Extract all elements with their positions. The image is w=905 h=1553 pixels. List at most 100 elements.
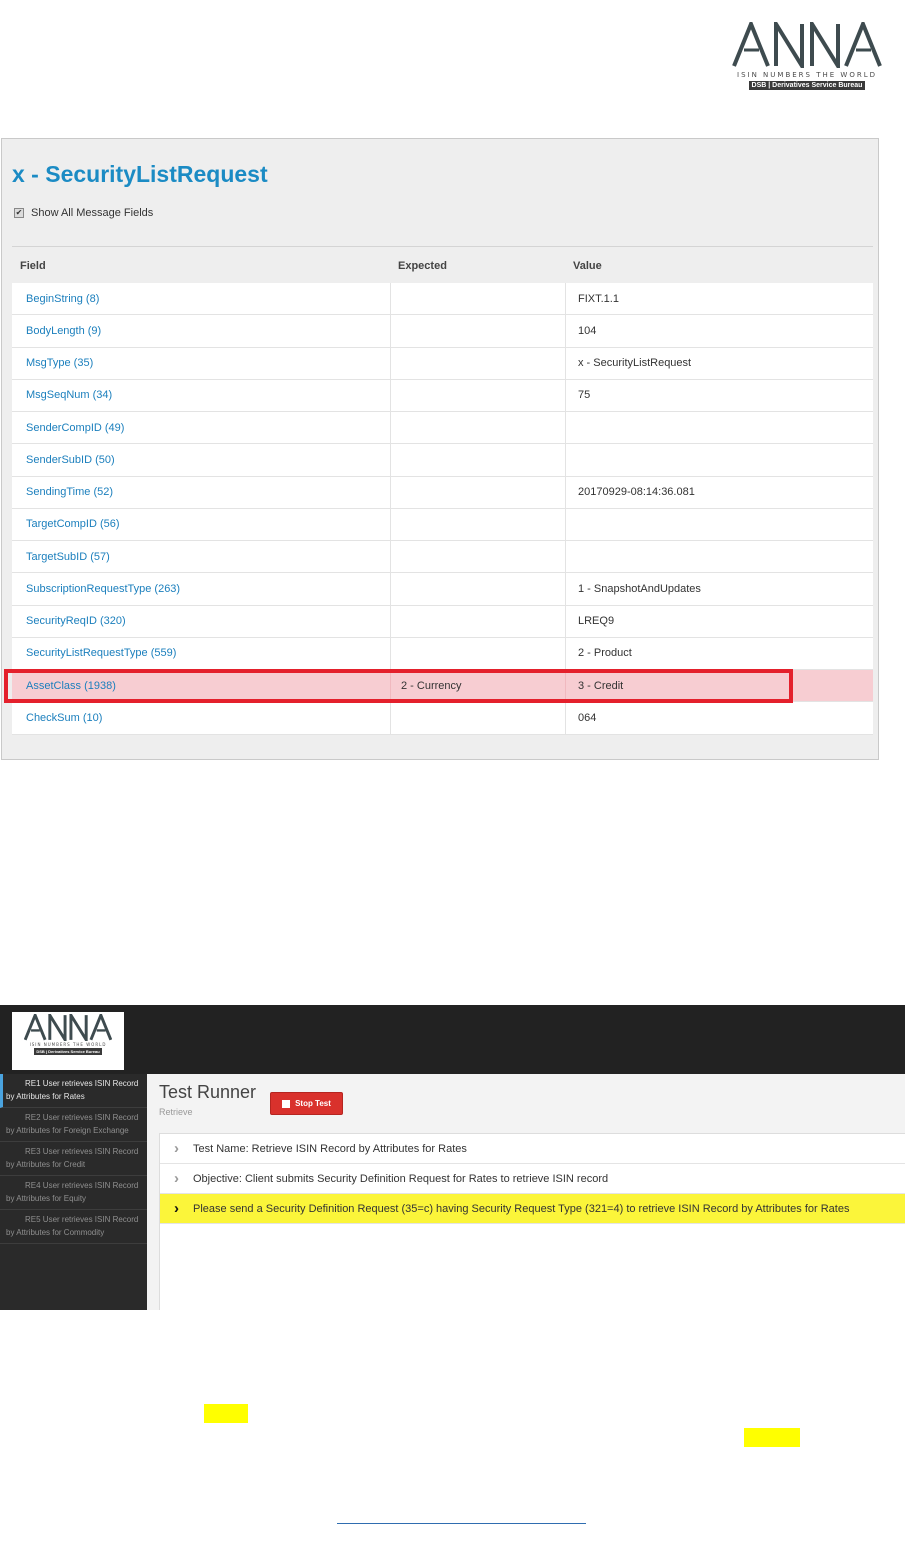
sidebar-item-re4[interactable]: RE4 User retrieves ISIN Record by Attrib… <box>0 1176 147 1210</box>
value-cell: 3 - Credit <box>578 679 624 692</box>
table-row: SecurityReqID (320) LREQ9 <box>12 605 873 638</box>
test-step-current[interactable]: › Please send a Security Definition Requ… <box>160 1194 905 1224</box>
expected-cell <box>391 347 566 379</box>
test-step-text: Objective: Client submits Security Defin… <box>193 1172 609 1185</box>
highlight-mark <box>204 1404 248 1423</box>
stop-test-label: Stop Test <box>295 1099 331 1108</box>
value-cell <box>566 541 873 572</box>
sidebar-item-re3[interactable]: RE3 User retrieves ISIN Record by Attrib… <box>0 1142 147 1176</box>
chevron-right-icon: › <box>174 1200 179 1217</box>
top-navbar <box>0 1005 905 1074</box>
column-header-value: Value <box>573 260 602 272</box>
expected-cell <box>391 573 566 605</box>
value-cell: x - SecurityListRequest <box>578 357 692 370</box>
message-panel: x - SecurityListRequest ✔ Show All Messa… <box>1 138 879 760</box>
field-link[interactable]: BodyLength (9) <box>12 315 391 347</box>
test-step-text: Please send a Security Definition Reques… <box>193 1202 850 1215</box>
expected-cell <box>391 444 566 476</box>
expected-cell <box>391 541 566 573</box>
value-cell: 75 <box>578 389 591 402</box>
expected-cell: 2 - Currency <box>391 670 566 702</box>
table-row: MsgSeqNum (34) 75 <box>12 379 873 412</box>
table-row: SecurityListRequestType (559) 2 - Product <box>12 637 873 670</box>
value-cell: FIXT.1.1 <box>578 292 619 305</box>
anna-logo: ISIN NUMBERS THE WORLD DSB | Derivatives… <box>712 10 902 106</box>
field-link[interactable]: SubscriptionRequestType (263) <box>12 573 391 605</box>
table-row: MsgType (35) x - SecurityListRequest <box>12 347 873 380</box>
field-link[interactable]: MsgType (35) <box>12 347 391 379</box>
test-steps-list: › Test Name: Retrieve ISIN Record by Att… <box>159 1133 905 1310</box>
column-header-field: Field <box>20 260 46 272</box>
value-cell: 2 - Product <box>578 647 632 660</box>
checkbox-icon[interactable]: ✔ <box>14 208 24 218</box>
chevron-right-icon: › <box>174 1170 179 1187</box>
table-row: BodyLength (9) 104 <box>12 315 873 348</box>
table-header: Field Expected Value <box>12 255 873 283</box>
expected-cell <box>391 379 566 411</box>
test-runner-main: Test Runner Retrieve Stop Test › Test Na… <box>147 1074 905 1310</box>
show-all-fields-toggle[interactable]: ✔ Show All Message Fields <box>14 207 153 219</box>
field-link[interactable]: SecurityReqID (320) <box>12 605 391 637</box>
field-link[interactable]: TargetCompID (56) <box>12 508 391 540</box>
value-cell: 1 - SnapshotAndUpdates <box>578 582 701 595</box>
table-row: TargetCompID (56) <box>12 508 873 541</box>
column-header-expected: Expected <box>398 260 447 272</box>
table-row: SenderSubID (50) <box>12 444 873 477</box>
field-link[interactable]: CheckSum (10) <box>12 702 391 734</box>
test-case-sidebar: RE1 User retrieves ISIN Record by Attrib… <box>0 1074 147 1310</box>
logo-dsb-label: DSB | Derivatives Service Bureau <box>34 1048 102 1055</box>
table-row: BeginString (8) FIXT.1.1 <box>12 283 873 316</box>
sidebar-item-re1[interactable]: RE1 User retrieves ISIN Record by Attrib… <box>0 1074 147 1108</box>
logo-tagline: ISIN NUMBERS THE WORLD <box>737 71 877 79</box>
fields-table: BeginString (8) FIXT.1.1 BodyLength (9) 10… <box>12 283 873 735</box>
logo-dsb-label: DSB | Derivatives Service Bureau <box>748 81 866 90</box>
value-cell: LREQ9 <box>578 615 615 628</box>
field-link[interactable]: SenderSubID (50) <box>12 444 391 476</box>
stop-test-button[interactable]: Stop Test <box>270 1092 343 1115</box>
field-link[interactable]: AssetClass (1938) <box>12 670 391 702</box>
stop-icon <box>282 1099 291 1108</box>
expected-cell <box>391 283 566 315</box>
table-row: SubscriptionRequestType (263) 1 - Snapsho… <box>12 573 873 606</box>
anna-wordmark-icon <box>24 1014 112 1041</box>
test-step-text: Test Name: Retrieve ISIN Record by Attri… <box>193 1142 467 1155</box>
show-all-label: Show All Message Fields <box>31 207 154 219</box>
divider <box>12 246 873 247</box>
page-title: Test Runner <box>159 1082 257 1102</box>
table-row: SenderCompID (49) <box>12 412 873 445</box>
underline-rule <box>337 1523 586 1524</box>
anna-wordmark-icon <box>732 22 882 68</box>
page-subtitle: Retrieve <box>159 1107 193 1117</box>
test-step[interactable]: › Test Name: Retrieve ISIN Record by Att… <box>160 1134 905 1164</box>
sidebar-item-re2[interactable]: RE2 User retrieves ISIN Record by Attrib… <box>0 1108 147 1142</box>
test-runner-screenshot: RE1 User retrieves ISIN Record by Attrib… <box>0 1005 905 1310</box>
table-row: TargetSubID (57) <box>12 541 873 574</box>
test-step[interactable]: › Objective: Client submits Security Def… <box>160 1164 905 1194</box>
chevron-right-icon: › <box>174 1140 179 1157</box>
field-link[interactable]: SecurityListRequestType (559) <box>12 637 391 669</box>
table-row: SendingTime (52) 20170929-08:14:36.081 <box>12 476 873 509</box>
value-cell: 20170929-08:14:36.081 <box>578 486 695 499</box>
value-cell <box>566 509 873 540</box>
anna-logo-small: ISIN NUMBERS THE WORLD DSB | Derivatives… <box>12 1012 124 1070</box>
table-row-mismatch: AssetClass (1938) 2 - Currency 3 - Credit <box>12 670 873 703</box>
expected-cell <box>391 412 566 444</box>
expected-cell <box>391 476 566 508</box>
highlight-mark <box>744 1428 800 1447</box>
table-row: CheckSum (10) 064 <box>12 702 873 735</box>
field-link[interactable]: TargetSubID (57) <box>12 541 391 573</box>
field-link[interactable]: SenderCompID (49) <box>12 412 391 444</box>
value-cell: 104 <box>578 324 597 337</box>
field-link[interactable]: BeginString (8) <box>12 283 391 315</box>
field-link[interactable]: SendingTime (52) <box>12 476 391 508</box>
logo-tagline: ISIN NUMBERS THE WORLD <box>29 1042 107 1047</box>
expected-cell <box>391 637 566 669</box>
value-cell: 064 <box>578 711 597 724</box>
field-link[interactable]: MsgSeqNum (34) <box>12 379 391 411</box>
sidebar-item-re5[interactable]: RE5 User retrieves ISIN Record by Attrib… <box>0 1210 147 1244</box>
expected-cell <box>391 508 566 540</box>
expected-cell <box>391 315 566 347</box>
message-title: x - SecurityListRequest <box>12 161 268 187</box>
expected-cell <box>391 702 566 734</box>
value-cell <box>566 412 873 443</box>
